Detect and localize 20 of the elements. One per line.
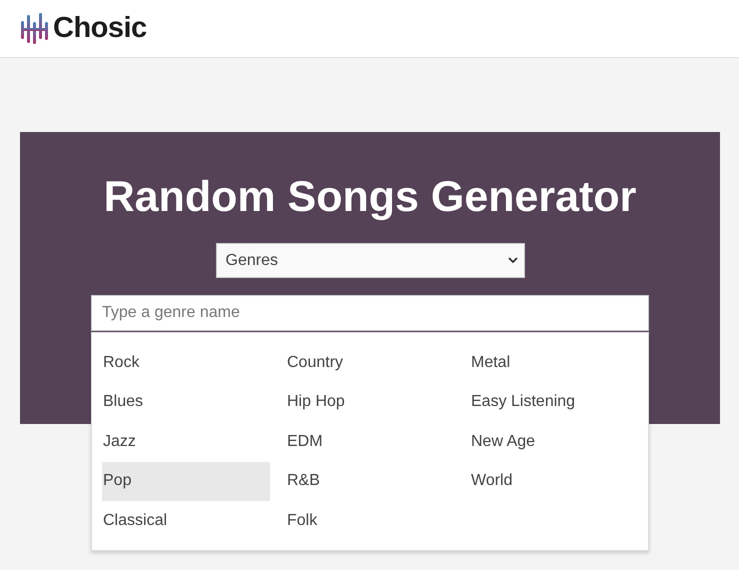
logo-icon xyxy=(20,12,48,46)
chevron-down-icon xyxy=(508,257,518,264)
page-title: Random Songs Generator xyxy=(104,172,636,222)
genre-option[interactable]: Classical xyxy=(102,501,270,540)
genre-option[interactable]: New Age xyxy=(470,422,638,462)
genre-option[interactable]: Metal xyxy=(470,343,638,382)
genre-option[interactable]: World xyxy=(470,462,638,501)
genre-option[interactable]: Pop xyxy=(102,462,270,501)
genre-option[interactable]: Hip Hop xyxy=(286,382,454,422)
genre-option[interactable]: Easy Listening xyxy=(470,382,638,422)
genre-option[interactable]: R&B xyxy=(286,462,454,501)
genre-option[interactable]: Folk xyxy=(286,501,454,540)
genre-option[interactable]: EDM xyxy=(286,422,454,462)
genre-option[interactable]: Country xyxy=(286,343,454,382)
genre-option[interactable]: Blues xyxy=(102,382,270,422)
genre-option[interactable]: Rock xyxy=(102,343,270,382)
genre-select[interactable]: Genres xyxy=(216,243,524,278)
logo-link[interactable]: Chosic xyxy=(20,12,147,46)
genre-option[interactable]: Jazz xyxy=(102,422,270,462)
search-field[interactable]: Type a genre name xyxy=(91,295,649,331)
